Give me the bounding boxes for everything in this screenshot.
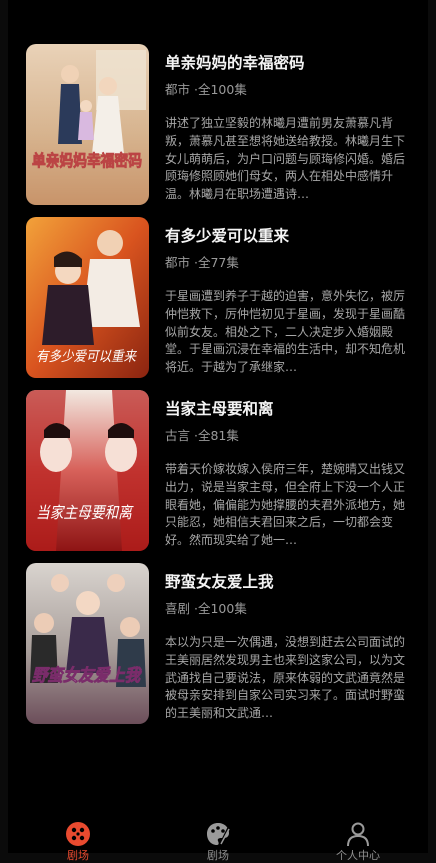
poster-title-text: 有多少爱可以重来 (36, 349, 138, 365)
drama-poster[interactable]: 野蛮女友爱上我 (26, 563, 149, 724)
drama-genre: 都市 (165, 255, 191, 270)
drama-description: 带着天价嫁妆嫁入侯府三年，楚婉晴又出钱又出力，说是当家主母，但全府上下没一个人正… (165, 462, 406, 548)
drama-info: 单亲妈妈的幸福密码 都市 ·全100集 讲述了独立坚毅的林曦月遭前男友萧慕凡背叛… (165, 52, 413, 204)
drama-info: 有多少爱可以重来 都市 ·全77集 于星画遭到养子于越的迫害，意外失忆，被厉仲恺… (165, 225, 413, 377)
drama-episodes: ·全100集 (194, 601, 247, 616)
drama-title[interactable]: 单亲妈妈的幸福密码 (165, 52, 413, 74)
tab-label: 剧场 (207, 849, 229, 862)
profile-icon (347, 822, 369, 847)
drama-description: 于星画遭到养子于越的迫害，意外失忆，被厉仲恺救下，厉仲恺初见于星画，发现于星画酷… (165, 289, 406, 375)
drama-description: 讲述了独立坚毅的林曦月遭前男友萧慕凡背叛，萧慕凡甚至想将她送给教授。林曦月生下女… (165, 116, 406, 202)
poster-image-3: 当家主母要和离 (26, 390, 149, 551)
tab-label: 个人中心 (336, 849, 380, 862)
drama-title[interactable]: 野蛮女友爱上我 (165, 571, 413, 593)
drama-poster[interactable]: 单亲妈妈幸福密码 (26, 44, 149, 205)
drama-list: 单亲妈妈幸福密码 单亲妈妈的幸福密码 都市 ·全100集 讲述了独立坚毅的林曦月… (8, 44, 428, 736)
drama-description: 本以为只是一次偶遇，没想到赶去公司面试的王美丽居然发现男主也来到这家公司，以为文… (165, 635, 406, 721)
drama-episodes: ·全77集 (194, 255, 239, 270)
drama-card[interactable]: 野蛮女友爱上我 野蛮女友爱上我 喜剧 ·全100集 本以为只是一次偶遇，没想到赶… (8, 563, 428, 736)
drama-meta: 古言 ·全81集 (165, 428, 413, 444)
drama-genre: 喜剧 (165, 601, 191, 616)
drama-genre: 古言 (165, 428, 191, 443)
drama-poster[interactable]: 有多少爱可以重来 (26, 217, 149, 378)
drama-meta: 都市 ·全77集 (165, 255, 413, 271)
drama-info: 当家主母要和离 古言 ·全81集 带着天价嫁妆嫁入侯府三年，楚婉晴又出钱又出力，… (165, 398, 413, 550)
tab-theater[interactable]: 剧场 (48, 805, 108, 862)
theater-icon (66, 822, 90, 846)
app-frame: 单亲妈妈幸福密码 单亲妈妈的幸福密码 都市 ·全100集 讲述了独立坚毅的林曦月… (8, 0, 428, 862)
drama-card[interactable]: 当家主母要和离 当家主母要和离 古言 ·全81集 带着天价嫁妆嫁入侯府三年，楚婉… (8, 390, 428, 563)
tab-palette[interactable]: 剧场 (188, 805, 248, 862)
bottom-tab-bar: 剧场 剧场 个人中心 (8, 805, 428, 862)
drama-poster[interactable]: 当家主母要和离 (26, 390, 149, 551)
poster-title-text: 单亲妈妈幸福密码 (32, 151, 142, 170)
poster-image-4: 野蛮女友爱上我 (26, 563, 149, 724)
drama-card[interactable]: 有多少爱可以重来 有多少爱可以重来 都市 ·全77集 于星画遭到养子于越的迫害，… (8, 217, 428, 390)
poster-image-2: 有多少爱可以重来 (26, 217, 149, 378)
drama-genre: 都市 (165, 82, 191, 97)
tab-profile[interactable]: 个人中心 (328, 805, 388, 862)
poster-image-1: 单亲妈妈幸福密码 (26, 44, 149, 205)
tab-label: 剧场 (67, 849, 89, 862)
drama-title[interactable]: 当家主母要和离 (165, 398, 413, 420)
drama-info: 野蛮女友爱上我 喜剧 ·全100集 本以为只是一次偶遇，没想到赶去公司面试的王美… (165, 571, 413, 723)
drama-card[interactable]: 单亲妈妈幸福密码 单亲妈妈的幸福密码 都市 ·全100集 讲述了独立坚毅的林曦月… (8, 44, 428, 217)
poster-title-text: 野蛮女友爱上我 (32, 666, 142, 686)
drama-meta: 都市 ·全100集 (165, 82, 413, 98)
poster-title-text: 当家主母要和离 (36, 503, 135, 522)
drama-meta: 喜剧 ·全100集 (165, 601, 413, 617)
drama-title[interactable]: 有多少爱可以重来 (165, 225, 413, 247)
drama-episodes: ·全100集 (194, 82, 247, 97)
palette-icon (207, 823, 231, 846)
drama-episodes: ·全81集 (194, 428, 239, 443)
